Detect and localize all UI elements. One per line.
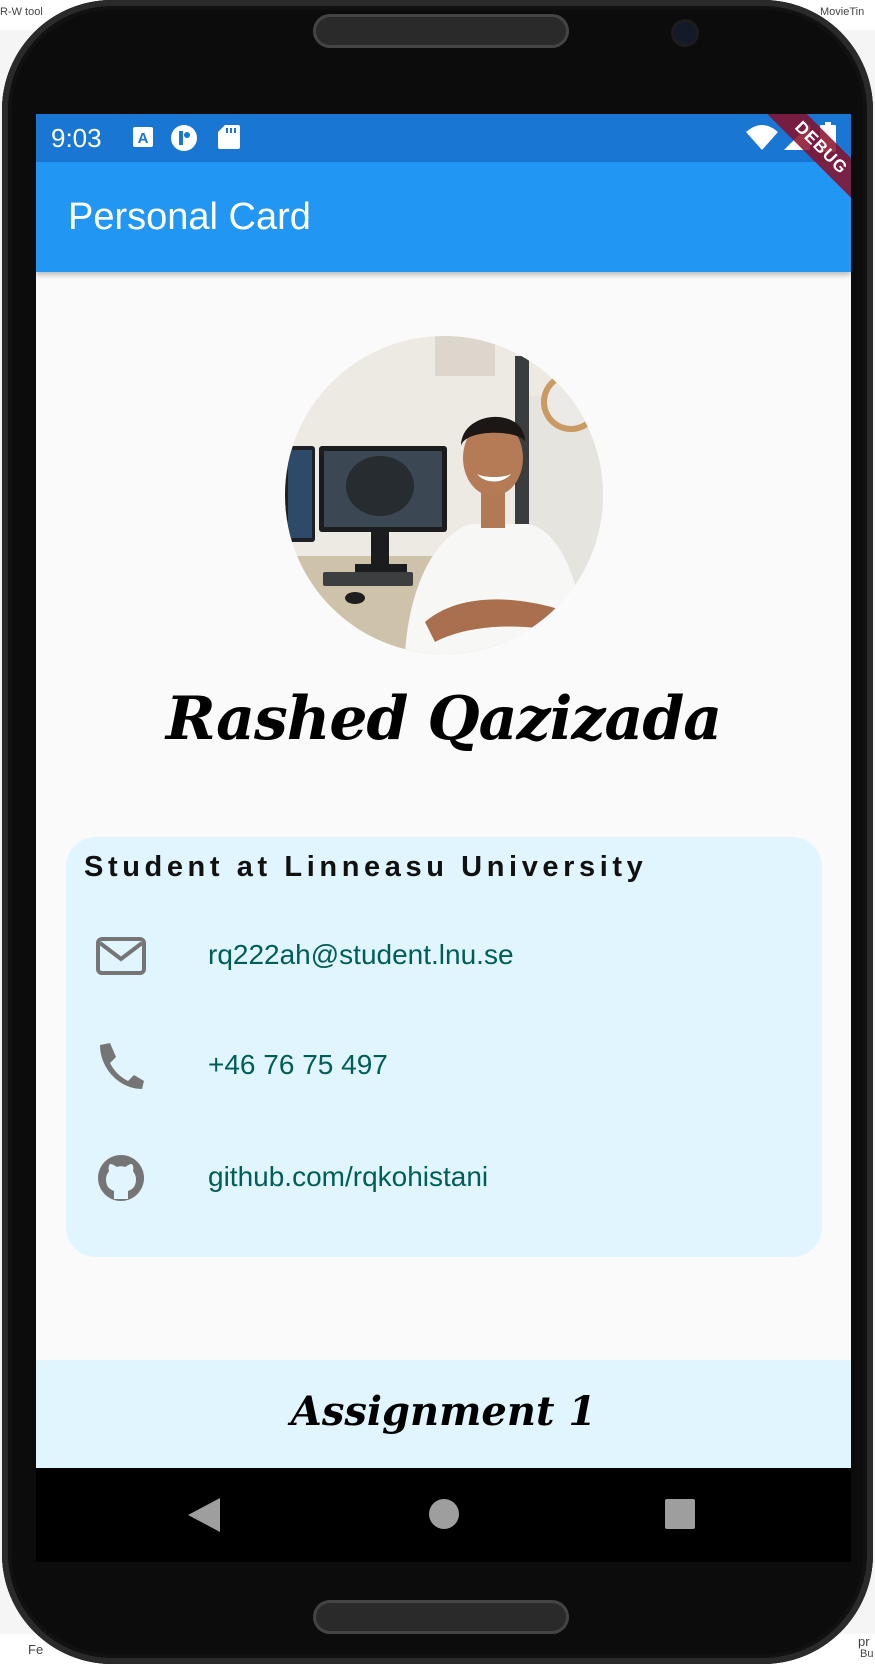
info-card: Student at Linneasu University rq222ah@s… — [66, 837, 822, 1257]
wifi-icon — [746, 124, 778, 155]
accessibility-icon — [170, 124, 198, 157]
svg-text:A: A — [138, 130, 149, 147]
phone-text[interactable]: +46 76 75 497 — [208, 1049, 388, 1081]
status-time: 9:03 — [51, 123, 102, 153]
footer-label: Assignment 1 — [290, 1388, 597, 1435]
contact-row-github[interactable]: github.com/rqkohistani — [66, 1139, 822, 1219]
bottom-speaker — [313, 1600, 569, 1634]
card-subtitle: Student at Linneasu University — [84, 851, 648, 883]
front-camera — [674, 22, 696, 44]
phone-icon — [96, 1041, 146, 1091]
phone-frame: 9:03 A DEBUG Personal Card Rashed Qaziza… — [2, 0, 873, 1664]
desktop-fragment-bottom-right-2: Bu — [860, 1648, 874, 1660]
desktop-fragment-bottom-left: Fe — [28, 1642, 44, 1657]
email-text[interactable]: rq222ah@student.lnu.se — [208, 939, 514, 971]
profile-avatar — [285, 336, 603, 654]
a-notification-icon: A — [132, 126, 154, 153]
back-icon[interactable] — [188, 1498, 220, 1537]
github-text[interactable]: github.com/rqkohistani — [208, 1161, 488, 1193]
home-icon[interactable] — [428, 1498, 460, 1535]
earpiece-speaker — [313, 14, 569, 48]
footer-bar: Assignment 1 — [36, 1360, 851, 1468]
desktop-fragment-bottom-right-1: pr — [858, 1634, 870, 1649]
android-nav-bar — [36, 1468, 851, 1562]
profile-photo — [285, 336, 603, 654]
profile-name: Rashed Qazizada — [165, 684, 722, 754]
contact-row-email[interactable]: rq222ah@student.lnu.se — [66, 917, 822, 997]
desktop-fragment-right: MovieTin — [820, 6, 865, 18]
contact-row-phone[interactable]: +46 76 75 497 — [66, 1027, 822, 1107]
app-screen: 9:03 A DEBUG Personal Card Rashed Qaziza… — [36, 114, 851, 1468]
github-icon — [96, 1153, 146, 1203]
app-bar-title: Personal Card — [68, 196, 311, 238]
envelope-icon — [96, 931, 146, 981]
app-bar: Personal Card — [36, 162, 851, 272]
recents-icon[interactable] — [664, 1498, 696, 1535]
status-bar: 9:03 A — [36, 114, 851, 162]
sd-card-icon — [218, 125, 240, 154]
desktop-fragment-left: R-W tool — [0, 6, 43, 18]
